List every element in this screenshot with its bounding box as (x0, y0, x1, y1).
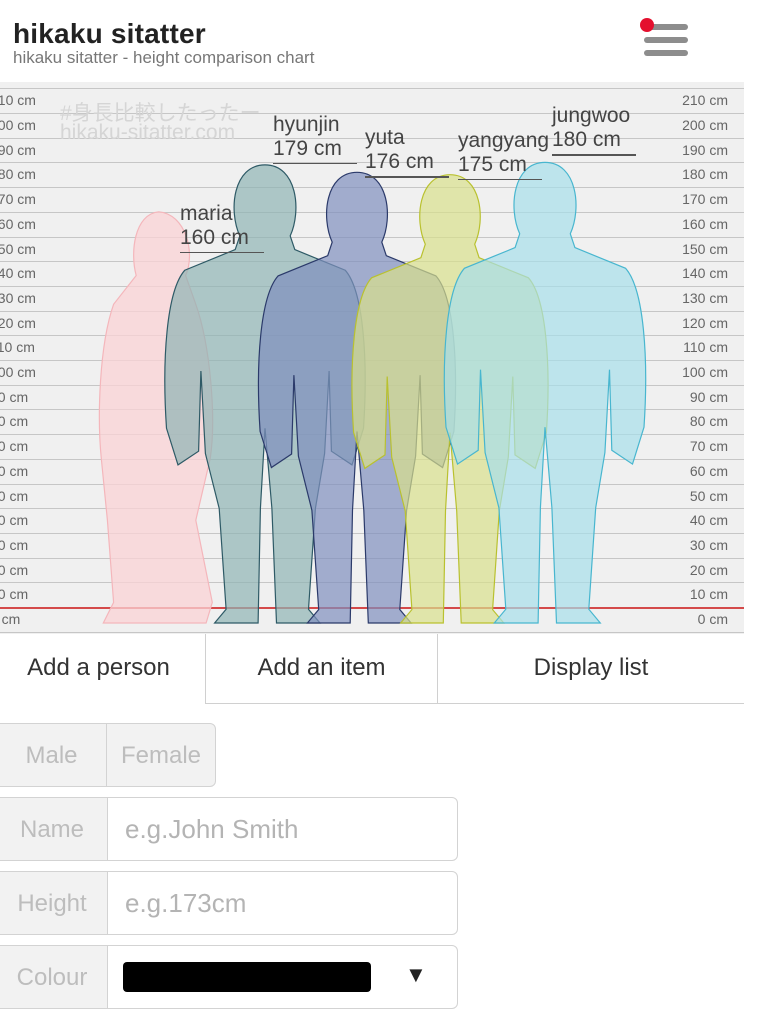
caret-down-icon[interactable]: ▼ (405, 962, 427, 988)
tick-label-right: 170 cm (682, 191, 728, 208)
gender-male-button[interactable]: Male (0, 723, 107, 787)
height-chart: #身長比較したったー hikaku-sitatter.com 210 cm210… (0, 82, 744, 635)
tick-label-right: 30 cm (689, 536, 728, 553)
height-marker-line (180, 251, 264, 254)
height-marker-line (552, 154, 636, 156)
person-name-label: hyunjin (273, 112, 340, 136)
tick-label-left: 150 cm (0, 240, 36, 257)
tab-bar: Add a person Add an item Display list (0, 634, 744, 706)
person-height-label: 179 cm (273, 136, 342, 160)
tick-label-left: 10 cm (0, 586, 29, 603)
tick-label-left: 80 cm (0, 413, 29, 430)
tick-label-left: 140 cm (0, 265, 36, 282)
name-label: Name (19, 816, 85, 843)
app-title: hikaku sitatter (13, 18, 206, 49)
height-marker-line (365, 176, 449, 178)
tick-label-right: 120 cm (682, 314, 728, 331)
tick-label-right: 20 cm (689, 561, 728, 578)
notification-dot-icon (640, 18, 654, 32)
tick-label-left: 160 cm (0, 215, 36, 232)
person-height-label: 180 cm (552, 128, 621, 152)
tick-label-right: 160 cm (682, 215, 728, 232)
colour-label-cell: Colour (0, 946, 108, 1008)
height-marker-line (458, 178, 542, 181)
tab-label: Display list (533, 654, 649, 681)
tick-label-left: 190 cm (0, 141, 36, 158)
tick-label-left: 120 cm (0, 314, 36, 331)
tick-label-right: 100 cm (682, 364, 728, 380)
tick-label-right: 130 cm (682, 289, 728, 306)
gender-male-label: Male (25, 742, 78, 769)
tick-label-right: 190 cm (682, 141, 728, 158)
tick-label-left: 70 cm (0, 438, 29, 455)
person-height-label: 176 cm (365, 150, 434, 174)
tick-label-right: 60 cm (689, 462, 728, 479)
tick-label-right: 0 cm (697, 611, 728, 627)
tick-label-left: 110 cm (0, 339, 35, 356)
tick-label-left: 130 cm (0, 289, 36, 306)
tick-label-right: 10 cm (689, 586, 728, 603)
tick-label-right: 210 cm (682, 92, 728, 109)
person-height-label: 160 cm (180, 225, 249, 249)
tab-label: Add an item (257, 654, 386, 681)
tick-label-left: 170 cm (0, 191, 36, 208)
height-row: Height (0, 871, 458, 935)
tick-label-right: 80 cm (689, 413, 728, 430)
hamburger-menu-button[interactable] (640, 18, 690, 62)
gender-female-button[interactable]: Female (106, 723, 216, 787)
height-marker-line (273, 162, 357, 165)
tick-label-left: 100 cm (0, 364, 36, 380)
tab-label: Add a person (27, 654, 170, 681)
tick-label-left: 210 cm (0, 92, 36, 109)
menu-line (644, 37, 688, 43)
colour-label: Colour (16, 964, 88, 991)
tick-label-right: 200 cm (682, 117, 728, 133)
tick-label-left: 60 cm (0, 462, 29, 479)
tab-add-person[interactable]: Add a person (0, 634, 206, 704)
tick-label-left: 40 cm (0, 512, 29, 529)
tick-label-left: 50 cm (0, 487, 29, 504)
tick-label-left: 0 cm (0, 611, 21, 627)
tick-label-right: 90 cm (689, 388, 728, 405)
tick-label-left: 30 cm (0, 536, 29, 553)
person-name-label: yuta (365, 126, 405, 150)
person-name-label: jungwoo (552, 104, 631, 128)
tick-label-right: 140 cm (682, 265, 728, 282)
tick-label-right: 50 cm (689, 487, 728, 504)
app-subtitle: hikaku sitatter - height comparison char… (13, 48, 315, 67)
tick-label-right: 70 cm (689, 438, 728, 455)
colour-swatch[interactable] (123, 962, 371, 992)
height-label-cell: Height (0, 872, 108, 934)
person-height-label: 175 cm (458, 152, 527, 176)
tick-label-left: 200 cm (0, 117, 36, 133)
name-label-cell: Name (0, 798, 108, 860)
tick-label-left: 20 cm (0, 561, 29, 578)
menu-line (644, 50, 688, 56)
name-input[interactable] (123, 808, 447, 850)
tab-add-item[interactable]: Add an item (206, 634, 438, 704)
tick-label-left: 180 cm (0, 166, 36, 183)
gender-female-label: Female (120, 742, 202, 769)
tab-display-list[interactable]: Display list (438, 634, 744, 704)
height-input[interactable] (123, 882, 447, 924)
height-label: Height (17, 890, 87, 917)
app-header: hikaku sitatter hikaku sitatter - height… (0, 0, 768, 82)
person-name-label: maria (180, 201, 233, 225)
tick-label-right: 40 cm (689, 512, 728, 529)
tick-label-right: 180 cm (682, 166, 728, 183)
person-name-label: yangyang (458, 128, 550, 152)
tick-label-right: 150 cm (682, 240, 728, 257)
name-row: Name (0, 797, 458, 861)
colour-row: Colour ▼ (0, 945, 458, 1009)
tick-label-right: 110 cm (683, 339, 728, 356)
tick-label-left: 90 cm (0, 388, 29, 405)
